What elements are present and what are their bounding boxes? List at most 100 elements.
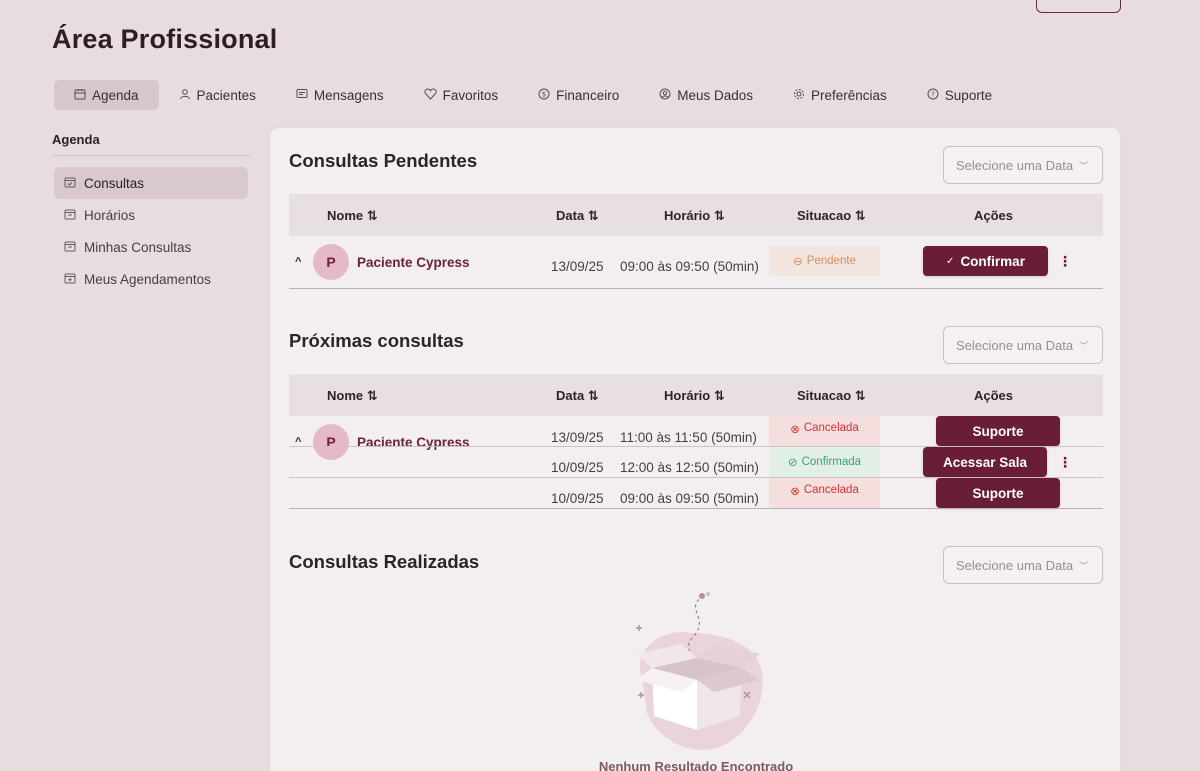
pending-date-select[interactable]: Selecione uma Data ﹀ bbox=[943, 146, 1103, 184]
access-room-button[interactable]: Acessar Sala bbox=[923, 447, 1047, 477]
patient-name[interactable]: Paciente Cypress bbox=[357, 255, 470, 270]
main-card: Consultas Pendentes Selecione uma Data ﹀… bbox=[269, 127, 1121, 771]
header-date[interactable]: Data ⇅ bbox=[556, 208, 599, 224]
tab-preferencias[interactable]: Preferências bbox=[773, 80, 907, 110]
svg-text:$: $ bbox=[542, 90, 546, 98]
appointment-time: 09:00 às 09:50 (50min) bbox=[620, 259, 759, 274]
check-icon: ✓ bbox=[946, 255, 955, 267]
user-circle-icon bbox=[659, 88, 671, 103]
page-title: Área Profissional bbox=[52, 24, 278, 54]
x-circle-icon: ⊗ bbox=[790, 486, 800, 498]
gear-icon bbox=[793, 88, 805, 103]
status-label: Pendente bbox=[806, 255, 856, 267]
done-date-select[interactable]: Selecione uma Data ﹀ bbox=[943, 546, 1103, 584]
sidebar-item-meus-agendamentos[interactable]: Meus Agendamentos bbox=[54, 263, 248, 295]
date-select-placeholder: Selecione uma Data bbox=[956, 337, 1074, 353]
header-time[interactable]: Horário ⇅ bbox=[664, 208, 725, 224]
button-label: Suporte bbox=[972, 485, 1024, 501]
header-date[interactable]: Data ⇅ bbox=[556, 388, 599, 404]
svg-text:?: ? bbox=[931, 90, 935, 98]
chevron-down-icon: ﹀ bbox=[1079, 160, 1089, 171]
tab-label: Suporte bbox=[944, 87, 993, 103]
empty-state-text: Nenhum Resultado Encontrado bbox=[598, 759, 794, 771]
sidebar-item-label: Minhas Consultas bbox=[84, 239, 192, 255]
calendar-icon bbox=[74, 88, 86, 103]
sidebar-item-label: Horários bbox=[84, 207, 136, 223]
button-label: Confirmar bbox=[960, 253, 1025, 269]
main-nav: Agenda Pacientes Mensagens Favoritos $ F… bbox=[54, 80, 1012, 110]
status-label: Cancelada bbox=[803, 422, 859, 434]
tab-meus-dados[interactable]: Meus Dados bbox=[639, 80, 773, 110]
upcoming-date-select[interactable]: Selecione uma Data ﹀ bbox=[943, 326, 1103, 364]
tab-favoritos[interactable]: Favoritos bbox=[404, 80, 519, 110]
tab-agenda[interactable]: Agenda bbox=[54, 80, 159, 110]
header-actions: Ações bbox=[974, 208, 1014, 223]
top-right-button[interactable] bbox=[1036, 0, 1121, 13]
appointment-date: 10/09/25 bbox=[551, 460, 604, 475]
header-status[interactable]: Situacao ⇅ bbox=[797, 388, 866, 404]
more-options-icon[interactable]: ⋮ bbox=[1058, 253, 1072, 270]
calendar-icon bbox=[64, 240, 76, 255]
tab-label: Favoritos bbox=[442, 87, 499, 103]
tab-label: Financeiro bbox=[556, 87, 620, 103]
date-select-placeholder: Selecione uma Data bbox=[956, 557, 1074, 573]
upcoming-table-header: Nome ⇅ Data ⇅ Horário ⇅ Situacao ⇅ Ações bbox=[289, 374, 1103, 416]
collapse-chevron-icon[interactable]: ^ bbox=[295, 256, 301, 268]
calendar-icon bbox=[64, 208, 76, 223]
status-badge: ⊖ Pendente bbox=[769, 246, 880, 276]
done-section-title: Consultas Realizadas bbox=[289, 551, 480, 572]
header-actions: Ações bbox=[974, 388, 1014, 403]
status-label: Cancelada bbox=[803, 484, 859, 496]
help-icon: ? bbox=[927, 88, 939, 103]
sidebar-item-label: Meus Agendamentos bbox=[84, 271, 211, 287]
tab-label: Preferências bbox=[811, 87, 887, 103]
sidebar-item-label: Consultas bbox=[84, 175, 145, 191]
upcoming-section-title: Próximas consultas bbox=[289, 330, 464, 351]
more-options-icon[interactable]: ⋮ bbox=[1058, 454, 1072, 471]
tab-label: Mensagens bbox=[313, 87, 384, 103]
appointment-time: 12:00 às 12:50 (50min) bbox=[620, 460, 759, 475]
sidebar-divider bbox=[52, 155, 250, 156]
row-divider bbox=[289, 508, 1103, 509]
header-name[interactable]: Nome ⇅ bbox=[327, 208, 378, 224]
header-time[interactable]: Horário ⇅ bbox=[664, 388, 725, 404]
tab-suporte[interactable]: ? Suporte bbox=[907, 80, 1012, 110]
sidebar-item-consultas[interactable]: Consultas bbox=[54, 167, 248, 199]
header-status[interactable]: Situacao ⇅ bbox=[797, 208, 866, 224]
header-name[interactable]: Nome ⇅ bbox=[327, 388, 378, 404]
chevron-down-icon: ﹀ bbox=[1079, 340, 1089, 351]
calendar-check-icon bbox=[64, 176, 76, 191]
check-circle-icon: ⊘ bbox=[787, 457, 798, 469]
button-label: Suporte bbox=[972, 423, 1024, 439]
sidebar-title: Agenda bbox=[52, 132, 100, 147]
appointment-time: 11:00 às 11:50 (50min) bbox=[620, 430, 757, 445]
support-button[interactable]: Suporte bbox=[936, 478, 1060, 508]
avatar: P bbox=[313, 244, 349, 280]
status-badge: ⊗ Cancelada bbox=[769, 416, 880, 446]
sidebar-item-minhas-consultas[interactable]: Minhas Consultas bbox=[54, 231, 248, 263]
support-button[interactable]: Suporte bbox=[936, 416, 1060, 446]
patient-name[interactable]: Paciente Cypress bbox=[357, 435, 470, 450]
tab-label: Pacientes bbox=[196, 87, 256, 103]
appointment-date: 13/09/25 bbox=[551, 259, 604, 274]
tab-label: Agenda bbox=[92, 87, 139, 103]
calendar-plus-icon bbox=[64, 272, 76, 287]
pending-section-title: Consultas Pendentes bbox=[289, 150, 478, 171]
status-badge: ⊘ Confirmada bbox=[769, 447, 880, 477]
chevron-down-icon: ﹀ bbox=[1079, 560, 1089, 571]
tab-pacientes[interactable]: Pacientes bbox=[159, 80, 276, 110]
dollar-icon: $ bbox=[538, 88, 550, 103]
tab-mensagens[interactable]: Mensagens bbox=[276, 80, 404, 110]
appointment-date: 10/09/25 bbox=[551, 491, 604, 506]
tab-financeiro[interactable]: $ Financeiro bbox=[518, 80, 639, 110]
sidebar-item-horarios[interactable]: Horários bbox=[54, 199, 248, 231]
confirm-button[interactable]: ✓ Confirmar bbox=[923, 246, 1048, 276]
status-label: Confirmada bbox=[801, 456, 862, 468]
sidebar: Consultas Horários Minhas Consultas Meus… bbox=[54, 167, 248, 295]
avatar: P bbox=[313, 424, 349, 460]
appointment-time: 09:00 às 09:50 (50min) bbox=[620, 491, 759, 506]
status-badge: ⊗ Cancelada bbox=[769, 478, 880, 508]
appointment-date: 13/09/25 bbox=[551, 430, 604, 445]
x-circle-icon: ⊗ bbox=[790, 424, 800, 436]
clock-icon: ⊖ bbox=[793, 256, 803, 268]
